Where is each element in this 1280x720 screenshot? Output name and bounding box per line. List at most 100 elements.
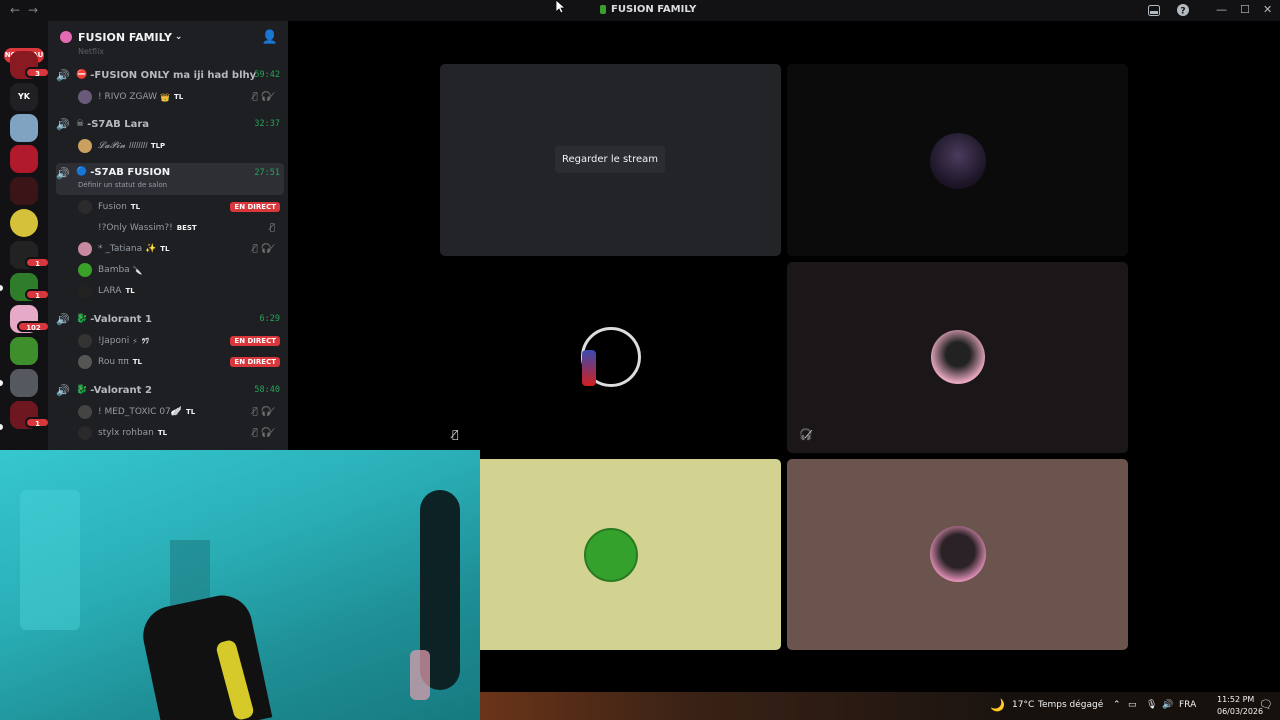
voice-channel[interactable]: 🔊 ⛔ -FUSION ONLY ma iji had blhy 59:42: [56, 64, 284, 86]
avatar: [78, 90, 92, 104]
server-icon-10[interactable]: [10, 337, 38, 365]
channel-timer: 59:42: [254, 70, 280, 80]
cut-off-channel[interactable]: Netflix: [78, 47, 104, 55]
inbox-icon[interactable]: [1148, 5, 1160, 16]
voice-user[interactable]: stylx rohban TL 🎙̸🎧̸: [78, 423, 284, 443]
maximize-icon[interactable]: ☐: [1240, 3, 1250, 16]
language-indicator[interactable]: FRA: [1179, 700, 1196, 710]
user-badge: 👑: [160, 92, 170, 102]
taskbar: 🌙 17°C Temps dégagé ⌃ ▭ 🎙 🔊 FRA 11:52 PM…: [480, 692, 1280, 720]
watch-stream-button[interactable]: Regarder le stream: [555, 146, 665, 173]
server-icon-3[interactable]: [10, 114, 38, 142]
muted-icon: 🎙̸: [452, 428, 459, 441]
channel-timer: 32:37: [254, 119, 280, 129]
avatar: [930, 526, 986, 582]
voice-channel[interactable]: 🔊 🐉 -Valorant 2 58:40: [56, 379, 284, 401]
channel-timer: 27:51: [254, 168, 280, 178]
minimize-icon[interactable]: —: [1216, 3, 1227, 16]
user-name: Fusion: [98, 202, 127, 212]
avatar: [78, 426, 92, 440]
avatar: [930, 133, 986, 189]
weather-text[interactable]: Temps dégagé: [1038, 700, 1103, 710]
chevron-down-icon: ⌄: [174, 32, 183, 42]
server-badge: 1: [25, 417, 50, 428]
user-tag: TL: [132, 358, 143, 366]
tray-chevron-icon[interactable]: ⌃: [1113, 700, 1121, 710]
voice-user[interactable]: !?Only Wassim?! BEST 🎙̸: [78, 218, 284, 238]
user-name: ! MED_TOXIC 07🪽: [98, 407, 182, 417]
muted-deafened-icon: 🎙̸🎧̸: [252, 428, 278, 438]
live-badge[interactable]: EN DIRECT: [230, 202, 280, 212]
user-name: LARA: [98, 286, 122, 296]
user-tag: TL: [125, 287, 135, 295]
voice-user[interactable]: Rou ππ TL EN DIRECT: [78, 352, 284, 372]
unread-pill: [0, 380, 3, 386]
speaker-icon: 🔊: [56, 167, 70, 180]
server-icon-11[interactable]: [10, 369, 38, 397]
voice-channel-active[interactable]: 🔊 🔵 -S7AB FUSION 27:51 Définir un statut…: [56, 163, 284, 195]
user-name: stylx rohban: [98, 428, 154, 438]
channel-timer: 58:40: [254, 385, 280, 395]
voice-user[interactable]: ! RIVO ZGAW 👑 TL 🎙̸🎧̸: [78, 87, 284, 107]
help-icon[interactable]: ?: [1177, 4, 1189, 16]
server-icon-6[interactable]: [10, 209, 38, 237]
user-tag: TL: [130, 203, 141, 211]
avatar: [931, 330, 985, 384]
channel-emoji: 🐉: [76, 385, 88, 395]
voice-user[interactable]: Fusion TL EN DIRECT: [78, 197, 284, 217]
voice-user[interactable]: * _Tatiana ✨ TL 🎙̸🎧̸: [78, 239, 284, 259]
close-icon[interactable]: ✕: [1263, 3, 1272, 16]
unread-pill: [0, 424, 3, 430]
clock-time[interactable]: 11:52 PM: [1217, 695, 1254, 704]
user-tag: TL: [160, 245, 170, 253]
channel-status-hint[interactable]: Définir un statut de salon: [78, 181, 167, 189]
voice-channel[interactable]: 🔊 ☠ -S7AB Lara 32:37: [56, 113, 284, 135]
server-icon-5[interactable]: [10, 177, 38, 205]
avatar: [78, 355, 92, 369]
user-name: ! RIVO ZGAW: [98, 92, 158, 102]
channel-name: -S7AB FUSION: [90, 167, 171, 178]
user-tag: TL: [185, 408, 196, 416]
server-icon-4[interactable]: [10, 145, 38, 173]
user-name: !?Only Wassim?!: [98, 223, 173, 233]
avatar-decoration: [582, 350, 596, 386]
volume-icon[interactable]: 🔊: [1162, 700, 1173, 710]
guild-name: FUSION FAMILY: [78, 30, 172, 44]
live-badge[interactable]: EN DIRECT: [230, 357, 280, 367]
avatar: [584, 528, 638, 582]
server-rail: NOUVEAU 3 YK 1 1 102 1: [0, 21, 50, 450]
voice-user[interactable]: !Japoni ⚡ ﾂﾜ EN DIRECT: [78, 331, 284, 351]
user-name: Rou ππ: [98, 357, 129, 367]
temperature[interactable]: 17°C: [1012, 700, 1034, 710]
notification-icon[interactable]: 🗨: [1259, 698, 1273, 711]
speaker-icon: 🔊: [56, 312, 70, 326]
speaker-icon: 🔊: [56, 383, 70, 397]
avatar: [78, 405, 92, 419]
avatar: [78, 284, 92, 298]
live-badge[interactable]: EN DIRECT: [230, 336, 280, 346]
network-icon[interactable]: ▭: [1128, 700, 1137, 710]
clock-date[interactable]: 06/03/2026: [1217, 707, 1263, 716]
voice-user[interactable]: 𝓛𝓪𝓟𝓲𝓷 𝖨𝖨𝖨𝖨𝖨𝖨𝖨𝖨 TLP: [78, 136, 284, 156]
voice-user[interactable]: Bamba 🔪: [78, 260, 284, 280]
server-mini-icon: [600, 5, 606, 14]
server-icon-2[interactable]: YK: [10, 83, 38, 111]
voice-channel[interactable]: 🔊 🐉 -Valorant 1 6:29: [56, 308, 284, 330]
channel-name: -Valorant 1: [90, 313, 152, 325]
svg-text:?: ?: [1180, 7, 1185, 17]
user-tag: BEST: [176, 224, 197, 232]
voice-user[interactable]: LARA TL: [78, 281, 284, 301]
microphone-icon[interactable]: 🎙: [1146, 700, 1157, 710]
back-arrow-icon[interactable]: ←: [10, 3, 20, 17]
channel-name: -Valorant 2: [90, 384, 152, 396]
avatar: [78, 221, 92, 235]
muted-deafened-icon: 🎙̸🎧̸: [252, 92, 278, 102]
window-title-text: FUSION FAMILY: [611, 4, 697, 15]
voice-user[interactable]: ! MED_TOXIC 07🪽 TL 🎙̸🎧̸: [78, 402, 284, 422]
user-name: * _Tatiana ✨: [98, 244, 157, 254]
avatar: [78, 242, 92, 256]
channel-emoji: ⛔: [76, 70, 88, 80]
add-member-icon[interactable]: 👤: [262, 30, 278, 45]
channel-emoji: 🐉: [76, 314, 88, 324]
forward-arrow-icon[interactable]: →: [28, 3, 38, 17]
